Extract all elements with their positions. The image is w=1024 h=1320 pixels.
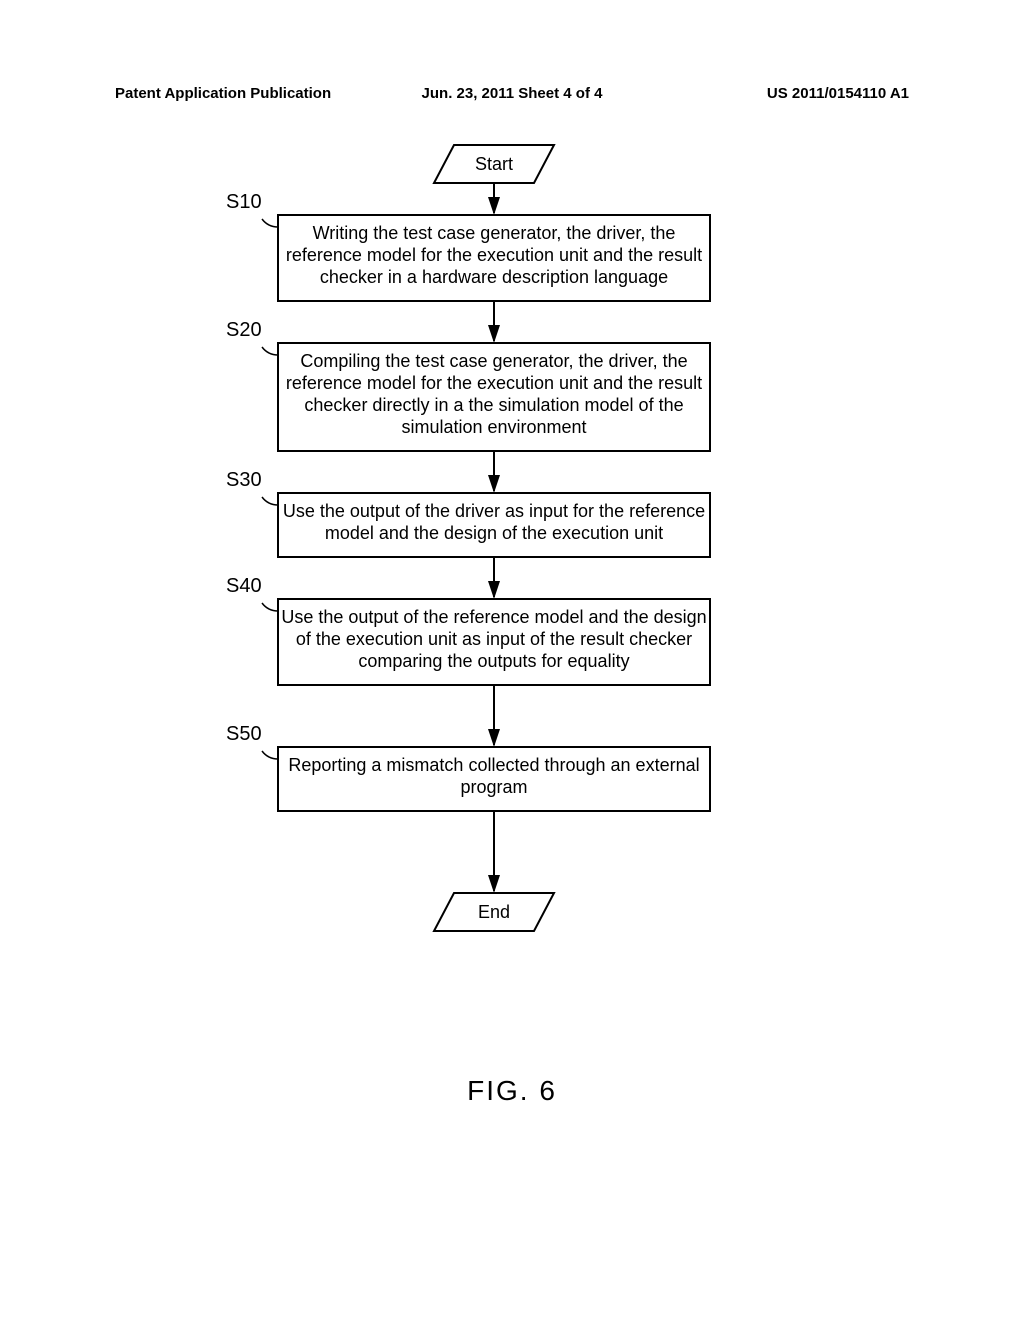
label-s40: S40 — [226, 575, 262, 598]
step-s50: Reporting a mismatch collected through a… — [262, 747, 710, 811]
step-s40: Use the output of the reference model an… — [262, 599, 710, 685]
label-s20: S20 — [226, 319, 262, 342]
svg-text:simulation environment: simulation environment — [401, 417, 586, 437]
step-s20: Compiling the test case generator, the d… — [262, 343, 710, 451]
end-node: End — [434, 893, 554, 931]
svg-text:of the execution unit as input: of the execution unit as input of the re… — [296, 629, 692, 649]
page-header: Patent Application Publication Jun. 23, … — [115, 85, 909, 102]
page: Patent Application Publication Jun. 23, … — [0, 0, 1024, 1320]
svg-text:Use the output of the driver a: Use the output of the driver as input fo… — [283, 501, 705, 521]
step-s30: Use the output of the driver as input fo… — [262, 493, 710, 557]
step-s10: Writing the test case generator, the dri… — [262, 215, 710, 301]
svg-text:Writing the test case generato: Writing the test case generator, the dri… — [313, 223, 676, 243]
header-left: Patent Application Publication — [115, 85, 331, 102]
start-node: Start — [434, 145, 554, 183]
svg-text:Use the output of the referenc: Use the output of the reference model an… — [281, 607, 706, 627]
end-text: End — [478, 902, 510, 922]
svg-text:comparing the outputs for equa: comparing the outputs for equality — [358, 651, 629, 671]
svg-text:checker in a hardware descript: checker in a hardware description langua… — [320, 267, 668, 287]
flowchart: Start Writing the test case generator, t… — [0, 135, 1024, 1045]
figure-label: FIG. 6 — [0, 1075, 1024, 1107]
label-s10: S10 — [226, 191, 262, 214]
svg-text:Reporting a mismatch collected: Reporting a mismatch collected through a… — [288, 755, 699, 775]
svg-text:reference model for the execut: reference model for the execution unit a… — [286, 245, 702, 265]
svg-text:model and the design of the ex: model and the design of the execution un… — [325, 523, 663, 543]
svg-text:program: program — [460, 777, 527, 797]
svg-text:Compiling the test case genera: Compiling the test case generator, the d… — [300, 351, 687, 371]
start-text: Start — [475, 154, 513, 174]
header-right: US 2011/0154110 A1 — [767, 85, 909, 102]
svg-text:checker directly in a the simu: checker directly in a the simulation mod… — [304, 395, 683, 415]
header-center: Jun. 23, 2011 Sheet 4 of 4 — [422, 85, 603, 102]
label-s30: S30 — [226, 469, 262, 492]
svg-text:reference model for the execut: reference model for the execution unit a… — [286, 373, 702, 393]
label-s50: S50 — [226, 723, 262, 746]
